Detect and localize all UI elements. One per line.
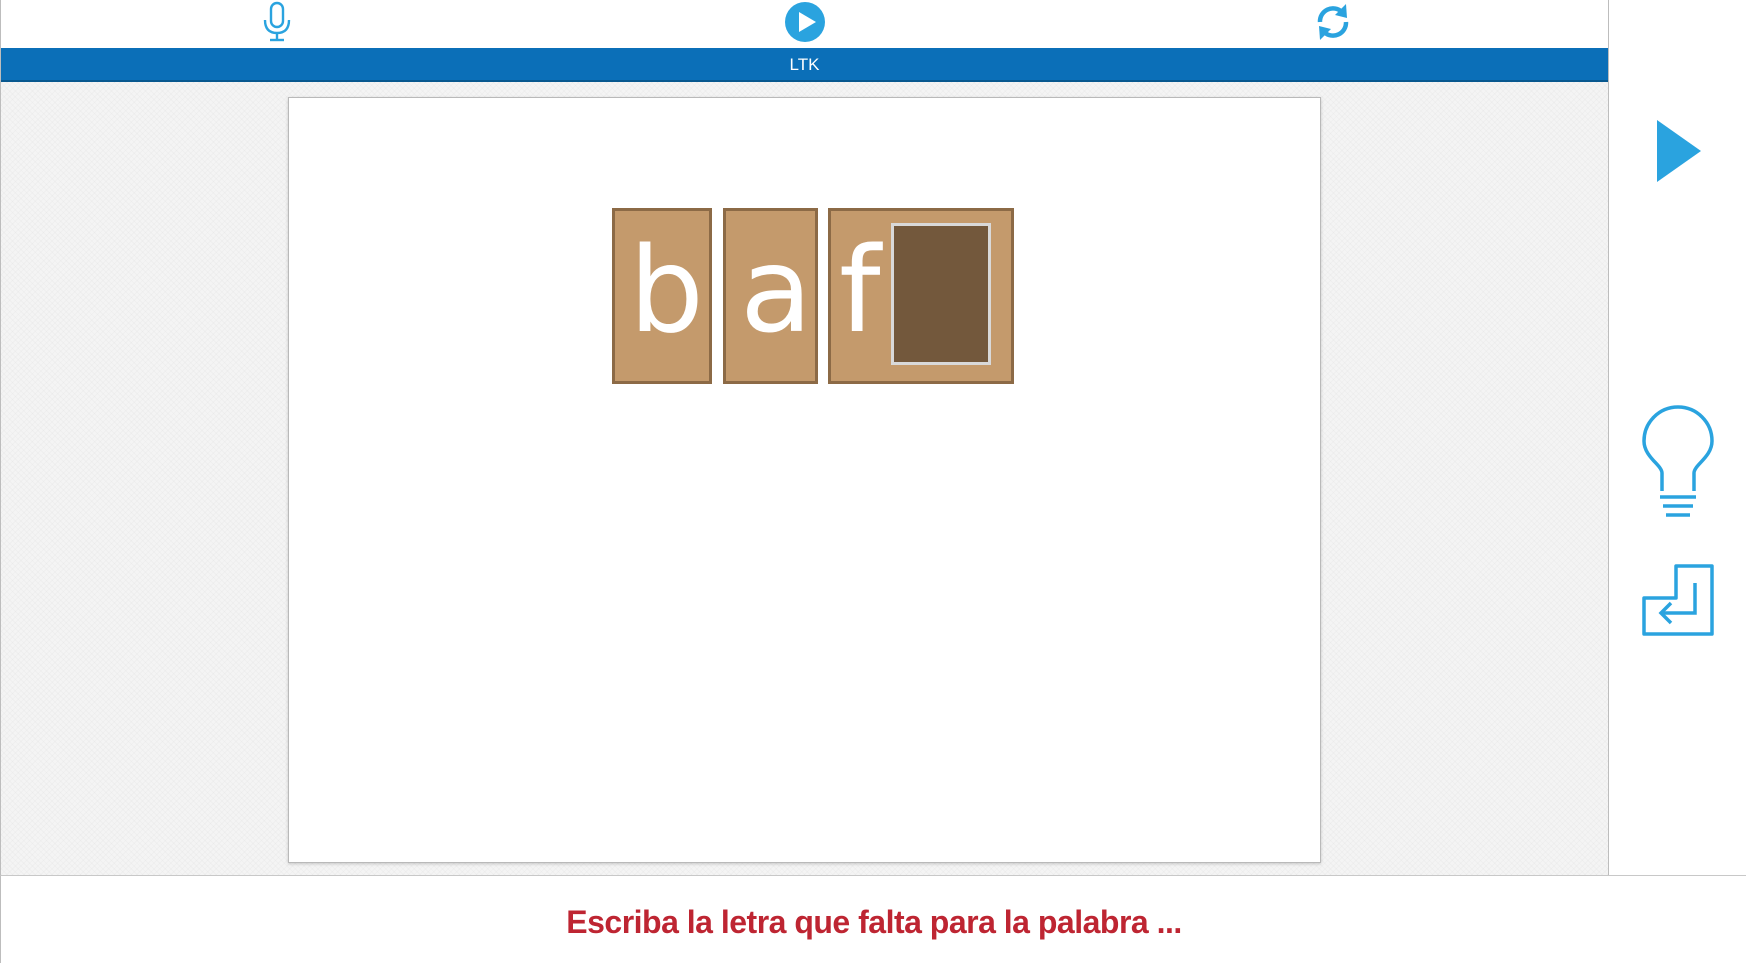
instruction-bar: Escriba la letra que falta para la palab… (0, 875, 1746, 963)
refresh-button[interactable] (1309, 0, 1357, 44)
toolbar (1, 0, 1608, 48)
title-bar: LTK (1, 48, 1608, 82)
tile-letter: a (740, 221, 813, 359)
enter-return-icon (1641, 564, 1714, 636)
refresh-icon (1317, 4, 1349, 40)
next-button[interactable] (1609, 118, 1746, 184)
microphone-button[interactable] (253, 0, 301, 44)
missing-letter-input[interactable] (891, 223, 991, 365)
instruction-text: Escriba la letra que falta para la palab… (566, 904, 1182, 940)
letter-tile: a (723, 208, 818, 384)
play-audio-button[interactable] (781, 0, 829, 44)
letter-tile: b (612, 208, 712, 384)
main-area: LTK b a f (0, 0, 1609, 875)
hint-button[interactable] (1609, 405, 1746, 527)
letter-tile: f (828, 208, 1014, 384)
microphone-icon (263, 1, 291, 42)
enter-button[interactable] (1609, 563, 1746, 637)
exercise-canvas: b a f (288, 97, 1321, 863)
hint-lightbulb-icon (1641, 405, 1714, 517)
app-title: LTK (789, 55, 820, 74)
right-sidebar (1609, 0, 1746, 875)
tile-letter: b (629, 221, 704, 359)
play-circle-icon (785, 2, 825, 42)
tile-letter: f (839, 221, 881, 359)
next-arrow-icon (1656, 120, 1701, 182)
